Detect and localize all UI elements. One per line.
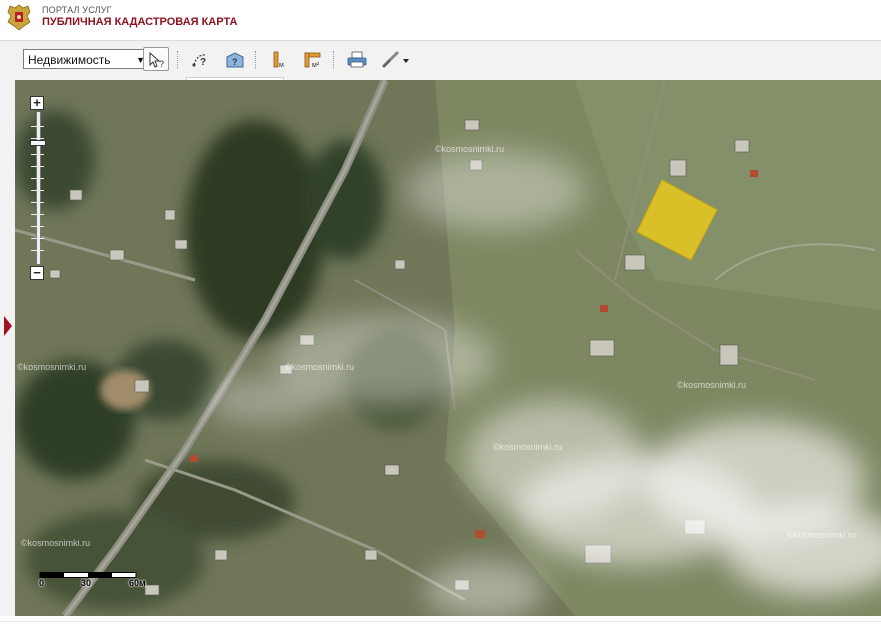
zoom-tick [31,178,44,179]
layer-select[interactable]: Недвижимость ▼ [23,49,151,69]
link-icon [382,51,409,68]
select-info-icon: ? [149,51,164,69]
zoom-slider-track[interactable] [36,112,41,264]
watermark: ©kosmosnimki.ru [17,362,87,372]
parcel-highlight[interactable] [636,179,718,261]
zoom-tick [31,138,44,139]
link-button[interactable] [377,47,415,71]
zoom-tick [31,166,44,167]
info-icon: ? [226,52,244,68]
zoom-in-button[interactable]: + [30,96,44,110]
toolbar-separator [177,51,178,69]
info-button[interactable]: ? [221,47,247,71]
coat-of-arms-icon [7,4,31,31]
zoom-tick [31,126,44,127]
select-info-button[interactable]: ? [143,47,169,71]
toolbar-separator [333,51,334,69]
zoom-tick [31,250,44,251]
watermark: ©kosmosnimki.ru [787,530,857,540]
footer-divider [0,621,881,622]
watermark: ©kosmosnimki.ru [493,442,563,452]
zoom-slider-handle[interactable] [30,140,46,146]
scale-label-start: 0 [39,578,45,588]
site-title[interactable]: ПУБЛИЧНАЯ КАДАСТРОВАЯ КАРТА [42,16,237,28]
zoom-control: + − [30,96,46,282]
scale-bar: 0 30 60м [39,568,159,598]
svg-text:м²: м² [312,62,320,69]
area-measure-button[interactable]: м² [299,47,325,71]
zoom-tick [31,226,44,227]
svg-text:?: ? [232,57,238,67]
zoom-tick [31,202,44,203]
zoom-tick [31,154,44,155]
area-measure-icon: м² [304,52,321,69]
svg-text:?: ? [159,59,164,69]
zoom-tick [31,214,44,215]
svg-text:?: ? [200,57,206,68]
print-button[interactable] [343,47,369,71]
zoom-tick [31,190,44,191]
svg-text:м: м [279,62,284,69]
left-gutter [0,80,15,616]
header: ПОРТАЛ УСЛУГ ПУБЛИЧНАЯ КАДАСТРОВАЯ КАРТА [0,0,881,36]
panel-toggle-arrow-icon[interactable] [4,316,12,336]
zoom-tick [31,238,44,239]
cadastral-overlay [636,179,718,261]
identify-icon: ? [192,54,206,68]
toolbar-separator [255,51,256,69]
watermark: ©kosmosnimki.ru [677,380,747,390]
watermark: ©kosmosnimki.ru [21,538,91,548]
scale-label-mid: 30 [81,578,92,588]
zoom-out-button[interactable]: − [30,266,44,280]
portal-label: ПОРТАЛ УСЛУГ [42,5,112,15]
identify-button[interactable]: ? [187,47,213,71]
scale-label-end: 60м [129,578,146,588]
print-icon [347,51,367,68]
layer-select-value: Недвижимость [28,53,111,67]
measure-icon: м [273,51,284,69]
map-view[interactable]: ©kosmosnimki.ru ©kosmosnimki.ru ©kosmosn… [15,80,881,616]
watermark: ©kosmosnimki.ru [435,144,505,154]
watermark: ©kosmosnimki.ru [285,362,355,372]
measure-button[interactable]: м [265,47,291,71]
